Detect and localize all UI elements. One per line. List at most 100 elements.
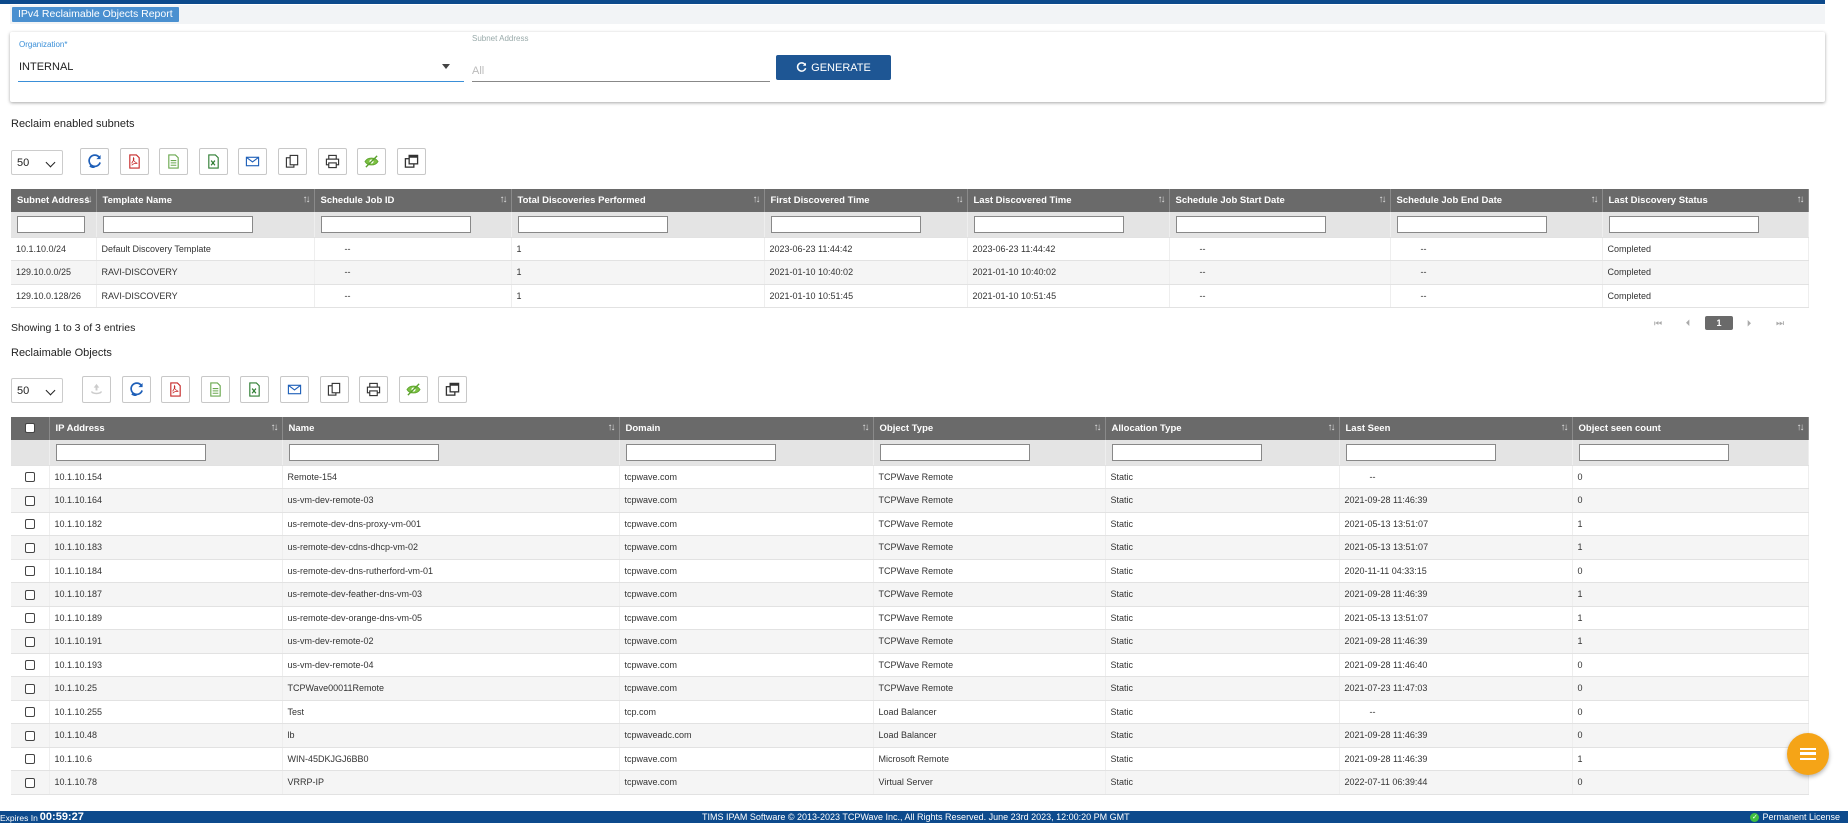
sort-icon[interactable]: ↑↓ <box>862 422 870 433</box>
row-checkbox[interactable] <box>24 519 35 530</box>
table-row[interactable]: 10.1.10.193 us-vm-dev-remote-04 tcpwave.co… <box>11 653 1809 677</box>
refresh-button[interactable] <box>121 376 151 403</box>
print-button[interactable] <box>359 376 389 403</box>
sort-icon[interactable]: ↑↓ <box>1328 422 1336 433</box>
select-all-checkbox[interactable] <box>24 423 35 434</box>
sort-icon[interactable]: ↑↓ <box>1561 422 1569 433</box>
column-visibility-button[interactable] <box>398 376 428 403</box>
subnets-page-size-select[interactable]: 50 <box>11 150 63 175</box>
refresh-button[interactable] <box>80 148 109 175</box>
column-visibility-button[interactable] <box>357 148 387 175</box>
csv-button[interactable] <box>200 376 230 403</box>
copy-button[interactable] <box>319 376 349 403</box>
objects-page-size-select[interactable]: 50 <box>11 378 63 403</box>
column-filter-input[interactable] <box>770 215 921 233</box>
column-header[interactable]: Name ↑↓ <box>282 417 620 440</box>
copy-button[interactable] <box>278 148 307 175</box>
column-header[interactable]: Schedule Job ID ↑↓ <box>314 189 512 212</box>
column-filter-input[interactable] <box>625 443 776 461</box>
table-row[interactable]: 10.1.10.184 us-remote-dev-dns-rutherford-… <box>11 559 1809 583</box>
column-header[interactable]: Last Seen ↑↓ <box>1339 417 1573 440</box>
row-checkbox[interactable] <box>24 707 35 718</box>
excel-button[interactable] <box>240 376 270 403</box>
sort-icon[interactable]: ↑↓ <box>1591 194 1599 205</box>
sort-icon[interactable]: ↑↓ <box>1094 422 1102 433</box>
sort-icon[interactable]: ↑↓ <box>303 194 311 205</box>
column-filter-input[interactable] <box>1175 215 1326 233</box>
column-filter-input[interactable] <box>517 215 668 233</box>
row-checkbox[interactable] <box>24 777 35 788</box>
sort-icon[interactable]: ↑↓ <box>271 422 279 433</box>
row-checkbox[interactable] <box>24 495 35 506</box>
column-header[interactable]: Schedule Job Start Date ↑↓ <box>1169 189 1391 212</box>
column-header[interactable]: Last Discovery Status ↑↓ <box>1602 189 1809 212</box>
organization-select[interactable]: INTERNAL <box>19 61 73 73</box>
excel-button[interactable] <box>198 148 228 175</box>
csv-button[interactable] <box>159 148 189 175</box>
column-header[interactable]: Allocation Type ↑↓ <box>1105 417 1340 440</box>
row-checkbox[interactable] <box>24 730 35 741</box>
table-row[interactable]: 10.1.10.187 us-remote-dev-feather-dns-vm-… <box>11 582 1809 607</box>
column-header[interactable]: First Discovered Time ↑↓ <box>764 189 968 212</box>
reclaim-button[interactable] <box>82 376 111 403</box>
table-row[interactable]: 10.1.10.0/24 Default Discovery Template --… <box>11 237 1809 261</box>
table-row[interactable]: 129.10.0.0/25 RAVI-DISCOVERY -- 1 2021-01-10… <box>11 260 1809 285</box>
pager-prev-icon[interactable]: ⏴ <box>1674 316 1702 330</box>
column-header[interactable]: Template Name ↑↓ <box>96 189 315 212</box>
column-header[interactable]: Total Discoveries Performed ↑↓ <box>511 189 765 212</box>
email-button[interactable] <box>280 376 309 403</box>
table-row[interactable]: 10.1.10.183 us-remote-dev-cdns-dhcp-vm-02… <box>11 535 1809 560</box>
sort-icon[interactable]: ↑↓ <box>956 194 964 205</box>
column-filter-input[interactable] <box>288 443 439 461</box>
table-row[interactable]: 10.1.10.6 WIN-45DKJGJ6BB0 tcpwave.com Micro… <box>11 747 1809 771</box>
column-header[interactable]: Schedule Job End Date ↑↓ <box>1390 189 1603 212</box>
row-checkbox[interactable] <box>24 542 35 553</box>
pager-first-icon[interactable]: ⏮ <box>1644 316 1672 330</box>
column-filter-input[interactable] <box>102 215 253 233</box>
column-header[interactable]: Object seen count ↑↓ <box>1572 417 1809 440</box>
generate-button[interactable]: GENERATE <box>776 55 891 80</box>
sort-icon[interactable]: ↑↓ <box>1797 422 1805 433</box>
row-checkbox[interactable] <box>24 636 35 647</box>
sort-icon[interactable]: ↑↓ <box>1797 194 1805 205</box>
column-filter-input[interactable] <box>1111 443 1262 461</box>
row-checkbox[interactable] <box>24 683 35 694</box>
column-header[interactable]: Last Discovered Time ↑↓ <box>967 189 1170 212</box>
column-header[interactable]: Subnet Address ↑↓ <box>11 189 97 212</box>
menu-fab-button[interactable] <box>1787 733 1829 775</box>
column-filter-input[interactable] <box>55 443 206 461</box>
column-filter-input[interactable] <box>1396 215 1547 233</box>
column-filter-input[interactable] <box>17 215 85 233</box>
column-header[interactable]: Domain ↑↓ <box>619 417 874 440</box>
column-filter-input[interactable] <box>1345 443 1496 461</box>
pager-current-page[interactable]: 1 <box>1705 316 1733 330</box>
column-filter-input[interactable] <box>320 215 471 233</box>
email-button[interactable] <box>238 148 268 175</box>
table-row[interactable]: 10.1.10.255 Test tcp.com Load Balancer Stati… <box>11 700 1809 724</box>
table-row[interactable]: 10.1.10.25 TCPWave00011Remote tcpwave.com T… <box>11 676 1809 701</box>
pager-last-icon[interactable]: ⏭ <box>1766 316 1794 330</box>
print-button[interactable] <box>317 148 347 175</box>
sort-icon[interactable]: ↑↓ <box>1379 194 1387 205</box>
row-checkbox[interactable] <box>24 754 35 765</box>
table-row[interactable]: 10.1.10.189 us-remote-dev-orange-dns-vm-0… <box>11 606 1809 630</box>
sort-icon[interactable]: ↑↓ <box>1158 194 1166 205</box>
row-checkbox[interactable] <box>24 566 35 577</box>
column-toggle-button[interactable] <box>396 148 426 175</box>
pager-next-icon[interactable]: ⏵ <box>1735 316 1763 330</box>
sort-icon[interactable]: ↑↓ <box>753 194 761 205</box>
subnet-address-input[interactable] <box>472 60 770 82</box>
row-checkbox[interactable] <box>24 589 35 600</box>
table-row[interactable]: 10.1.10.191 us-vm-dev-remote-02 tcpwave.co… <box>11 629 1809 654</box>
column-header[interactable]: Object Type ↑↓ <box>873 417 1106 440</box>
table-row[interactable]: 10.1.10.154 Remote-154 tcpwave.com TCPWave … <box>11 465 1809 489</box>
column-header[interactable]: IP Address ↑↓ <box>49 417 283 440</box>
column-filter-input[interactable] <box>1608 215 1759 233</box>
row-checkbox[interactable] <box>24 472 35 483</box>
column-filter-input[interactable] <box>973 215 1124 233</box>
column-filter-input[interactable] <box>1578 443 1729 461</box>
row-checkbox[interactable] <box>24 613 35 624</box>
table-row[interactable]: 10.1.10.48 lb tcpwaveadc.com Load Balancer S… <box>11 723 1809 748</box>
sort-icon[interactable]: ↑↓ <box>85 194 93 205</box>
table-row[interactable]: 10.1.10.164 us-vm-dev-remote-03 tcpwave.co… <box>11 488 1809 513</box>
